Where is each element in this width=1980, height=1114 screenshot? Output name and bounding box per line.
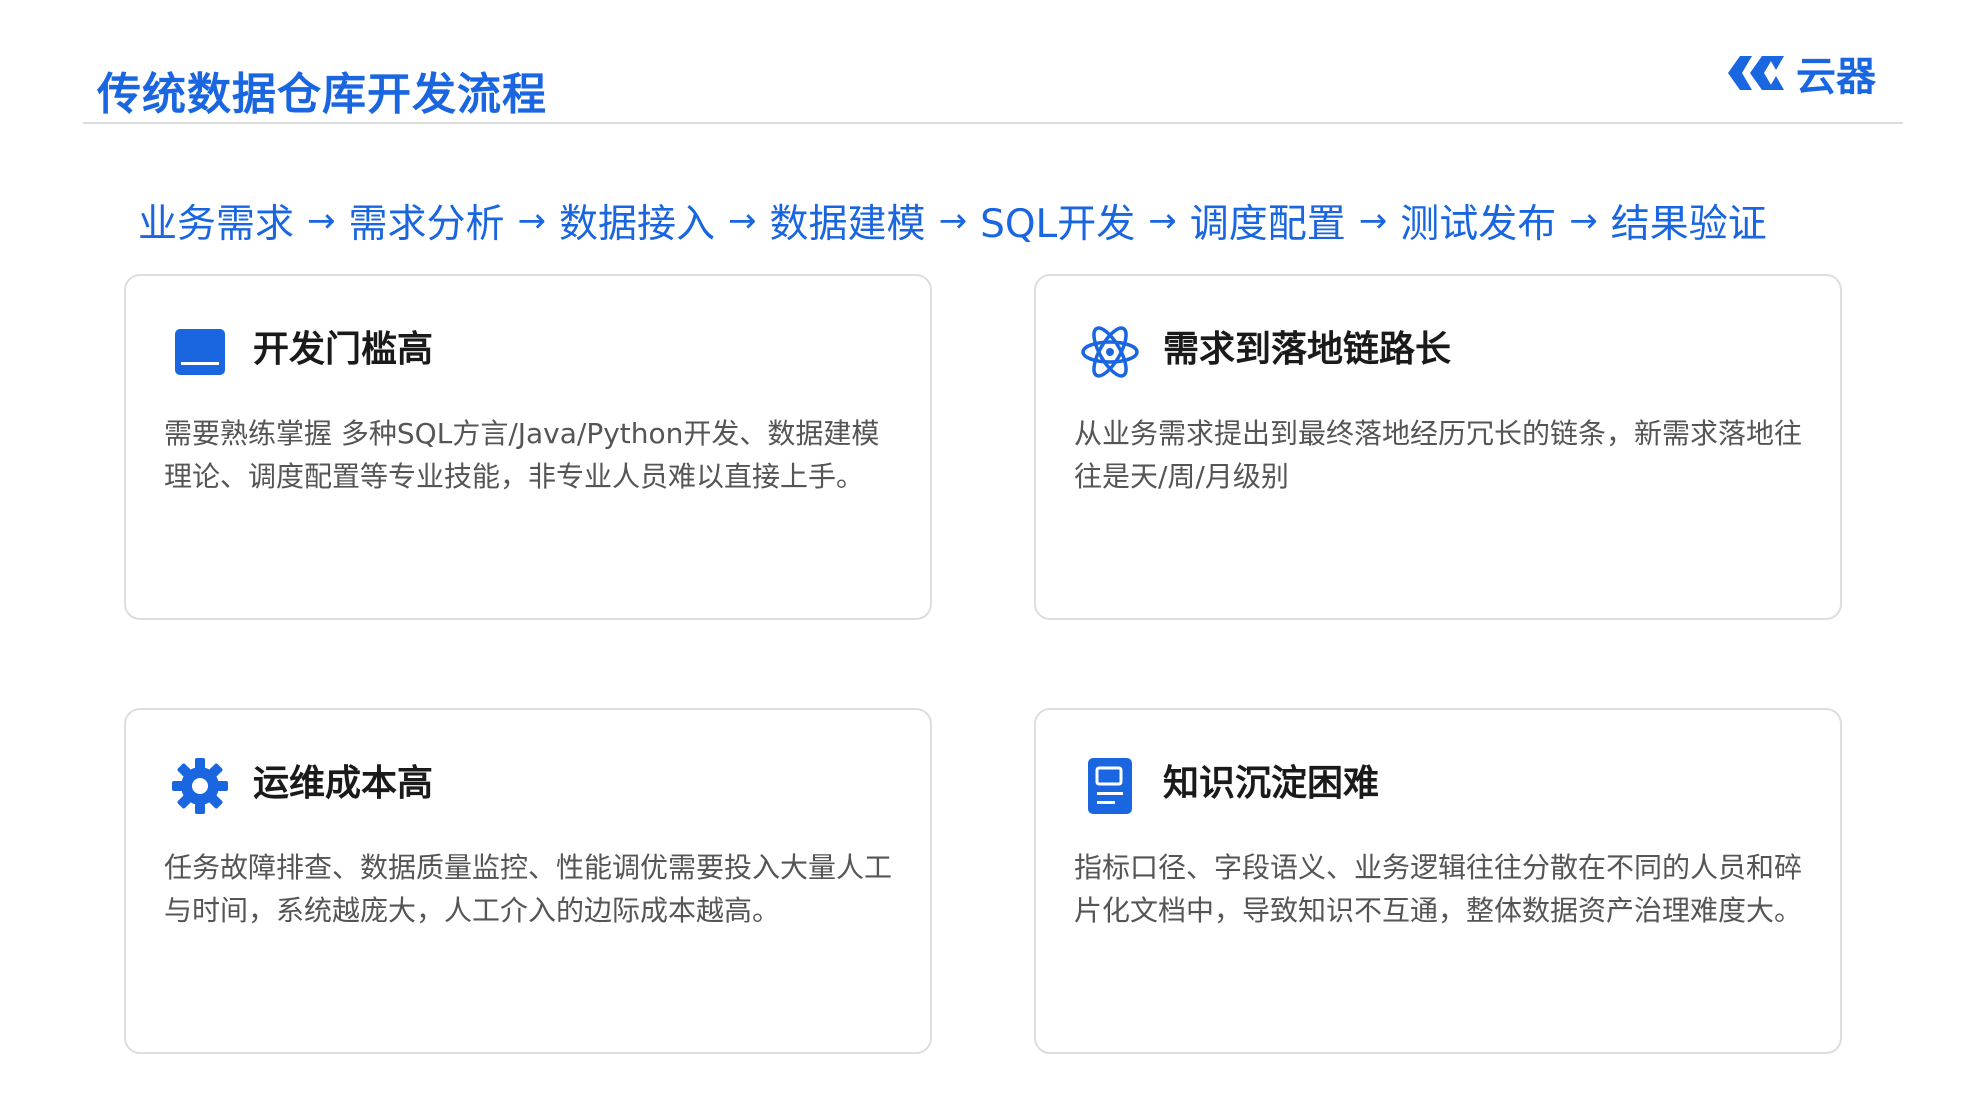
- arrow-right-icon: →: [1569, 201, 1598, 241]
- gear-icon: [170, 756, 230, 816]
- flow-step: 需求分析: [348, 202, 505, 247]
- flow-step: SQL开发: [980, 202, 1136, 247]
- card-description: 从业务需求提出到最终落地经历冗长的链条，新需求落地往往是天/周/月级别: [1074, 417, 1803, 493]
- flow-step: 业务需求: [138, 202, 295, 247]
- card-description: 任务故障排查、数据质量监控、性能调优需要投入大量人工与时间，系统越庞大，人工介入…: [164, 851, 893, 927]
- flow-step: 数据建模: [769, 202, 926, 247]
- flow-step: 调度配置: [1189, 202, 1346, 247]
- card-title: 需求到落地链路长: [1163, 329, 1452, 370]
- card-high-ops-cost: 运维成本高 任务故障排查、数据质量监控、性能调优需要投入大量人工与时间，系统越庞…: [124, 708, 932, 1054]
- logo-text: 云器: [1796, 54, 1876, 100]
- arrow-right-icon: →: [728, 201, 757, 241]
- card-description: 需要熟练掌握 多种SQL方言/Java/Python开发、数据建模理论、调度配置…: [164, 417, 880, 493]
- card-description: 指标口径、字段语义、业务逻辑往往分散在不同的人员和碎片化文档中，导致知识不互通，…: [1074, 851, 1803, 927]
- header-divider: [83, 122, 1903, 124]
- card-title: 开发门槛高: [253, 329, 434, 370]
- flow-step: 结果验证: [1610, 202, 1767, 247]
- arrow-right-icon: →: [938, 201, 968, 241]
- arrow-right-icon: →: [307, 201, 336, 241]
- flow-step: 测试发布: [1400, 202, 1557, 247]
- card-title: 知识沉淀困难: [1163, 763, 1380, 804]
- card-title: 运维成本高: [253, 763, 434, 804]
- cloud-qi-logo-icon: [1722, 50, 1790, 96]
- arrow-right-icon: →: [1358, 201, 1388, 241]
- laptop-icon: [170, 322, 230, 382]
- card-long-delivery-chain: 需求到落地链路长 从业务需求提出到最终落地经历冗长的链条，新需求落地往往是天/周…: [1034, 274, 1842, 620]
- arrow-right-icon: →: [1148, 201, 1177, 241]
- document-icon: [1080, 756, 1140, 816]
- card-knowledge-accumulation: 知识沉淀困难 指标口径、字段语义、业务逻辑往往分散在不同的人员和碎片化文档中，导…: [1034, 708, 1842, 1054]
- flow-step: 数据接入: [559, 202, 716, 247]
- atom-icon: [1080, 322, 1140, 382]
- page-title: 传统数据仓库开发流程: [97, 69, 547, 120]
- card-development-barrier: 开发门槛高 需要熟练掌握 多种SQL方言/Java/Python开发、数据建模理…: [124, 274, 932, 620]
- process-flow: 业务需求 → 需求分析 → 数据接入 → 数据建模 → SQL开发 → 调度配置…: [138, 196, 1767, 247]
- arrow-right-icon: →: [517, 201, 547, 241]
- brand-logo: 云器: [1722, 50, 1876, 100]
